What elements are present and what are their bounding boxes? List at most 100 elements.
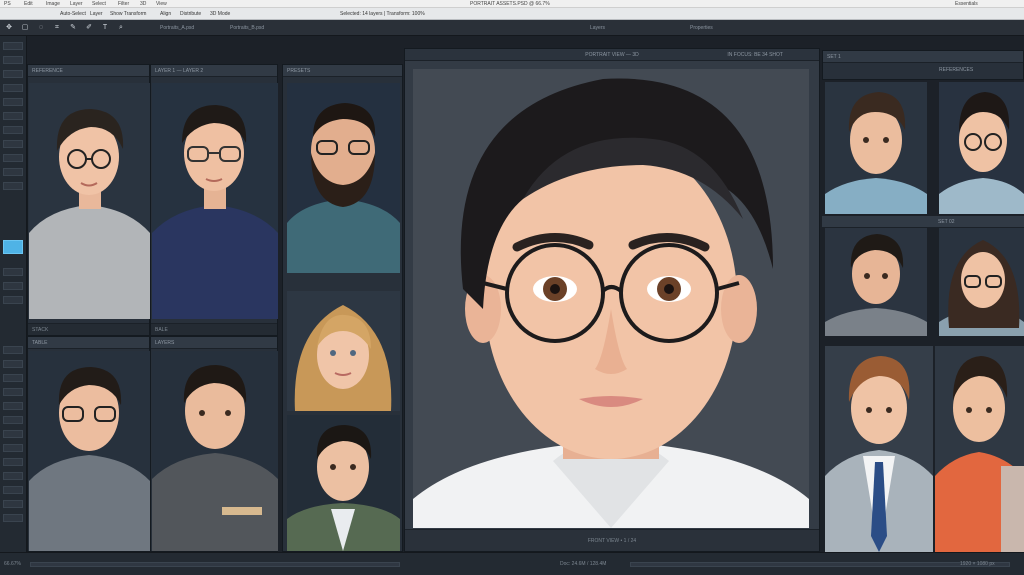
portrait-canvas[interactable]	[413, 69, 809, 528]
document-size: Doc: 24.6M / 128.4M	[560, 561, 607, 567]
menu-layer[interactable]: Layer	[70, 0, 83, 8]
tool-slot[interactable]	[3, 154, 23, 162]
layers-panel-a: TABLE	[27, 336, 150, 552]
portrait-card[interactable]	[29, 351, 150, 551]
tool-slot[interactable]	[3, 472, 23, 480]
tool-slot[interactable]	[3, 444, 23, 452]
portrait-card[interactable]	[152, 83, 278, 319]
tool-slot[interactable]	[3, 458, 23, 466]
tool-slot[interactable]	[3, 126, 23, 134]
panel-header[interactable]: PRESETS	[283, 65, 402, 77]
layers-panel-b: LAYERS	[150, 336, 278, 552]
tool-slot[interactable]	[3, 56, 23, 64]
navigator-scrollbar[interactable]	[630, 562, 1010, 567]
portrait-card[interactable]	[825, 346, 933, 552]
status-bar: 66.67% Doc: 24.6M / 128.4M 1920 × 1080 p…	[0, 552, 1024, 575]
zoom-level[interactable]: 66.67%	[4, 553, 21, 575]
reference-panel-a: REFERENCE STACK	[27, 64, 150, 336]
portrait-boy-light-blue	[825, 82, 927, 214]
portrait-card[interactable]	[152, 351, 278, 551]
tool-slot[interactable]	[3, 374, 23, 382]
right-tab-label[interactable]: SET 02	[938, 216, 955, 228]
tab-properties[interactable]: Properties	[690, 20, 713, 36]
option-align[interactable]: Align	[160, 8, 171, 20]
tab-layers[interactable]: Layers	[590, 20, 605, 36]
tool-slot[interactable]	[3, 514, 23, 522]
menu-filter[interactable]: Filter	[118, 0, 129, 8]
tool-slot[interactable]	[3, 296, 23, 304]
right-panel-tab-bar: SET 02	[822, 216, 1024, 228]
eyedropper-icon[interactable]: ✎	[68, 23, 78, 33]
tab-portraits-b[interactable]: Portraits_B.psd	[230, 20, 264, 36]
portrait-bearded-man-glasses-teal	[287, 83, 400, 273]
tool-slot[interactable]	[3, 500, 23, 508]
portrait-card[interactable]	[939, 228, 1024, 336]
portrait-card[interactable]	[29, 83, 150, 319]
option-auto-select[interactable]: Auto-Select	[60, 8, 86, 20]
marquee-icon[interactable]: ▢	[20, 23, 30, 33]
crop-icon[interactable]: ⌗	[52, 23, 62, 33]
tool-slot[interactable]	[3, 84, 23, 92]
tool-slot[interactable]	[3, 98, 23, 106]
reference-panel-b: LAYER 1 — LAYER 2 BALE	[150, 64, 278, 336]
option-layer[interactable]: Layer	[90, 8, 103, 20]
portrait-card[interactable]	[287, 291, 400, 411]
tool-options-toolbar: ✥ ▢ ◌ ⌗ ✎ ✐ T ⌕ Portraits_A.psd Portrait…	[0, 20, 1024, 36]
portrait-card[interactable]	[287, 415, 400, 551]
option-distribute[interactable]: Distribute	[180, 8, 201, 20]
panel-header[interactable]: SET 1	[823, 51, 1023, 63]
portrait-boy-green-jacket	[287, 415, 400, 551]
tool-slot[interactable]	[3, 70, 23, 78]
portrait-boy-suit-tie	[825, 346, 933, 552]
option-3d-mode[interactable]: 3D Mode	[210, 8, 230, 20]
tool-slot[interactable]	[3, 430, 23, 438]
tool-slot[interactable]	[3, 346, 23, 354]
menu-view[interactable]: View	[156, 0, 167, 8]
tab-portraits-a[interactable]: Portraits_A.psd	[160, 20, 194, 36]
portrait-card[interactable]	[939, 82, 1024, 214]
app-logo[interactable]: PS	[4, 0, 11, 8]
portrait-card[interactable]	[825, 82, 927, 214]
portrait-young-man-dark-shirt	[152, 351, 278, 551]
panel-header[interactable]: LAYERS	[151, 337, 277, 349]
title-bar: PS Edit Image Layer Select Filter 3D Vie…	[0, 0, 1024, 8]
lasso-icon[interactable]: ◌	[36, 23, 46, 33]
timeline-scrollbar[interactable]	[30, 562, 400, 567]
menu-3d[interactable]: 3D	[140, 0, 146, 8]
portrait-young-man-glasses-navy	[152, 83, 278, 319]
tool-slot[interactable]	[3, 140, 23, 148]
portrait-card[interactable]	[935, 346, 1024, 552]
tool-slot[interactable]	[3, 112, 23, 120]
portrait-boy-grey-collar	[825, 228, 927, 336]
text-icon[interactable]: T	[100, 23, 110, 33]
portrait-boy-glasses-grey-shirt	[29, 351, 150, 551]
zoom-icon[interactable]: ⌕	[116, 23, 126, 33]
document-title: PORTRAIT ASSETS.PSD @ 66.7%	[470, 1, 550, 7]
active-tool[interactable]	[3, 240, 23, 254]
tool-slot[interactable]	[3, 42, 23, 50]
panel-header[interactable]: REFERENCE	[28, 65, 149, 77]
tool-slot[interactable]	[3, 486, 23, 494]
main-viewer: PORTRAIT VIEW — 3D IN FOCUS: BE 34 SHOT …	[404, 48, 820, 552]
menu-image[interactable]: Image	[46, 0, 60, 8]
tool-slot[interactable]	[3, 182, 23, 190]
tool-slot[interactable]	[3, 388, 23, 396]
panel-header[interactable]: TABLE	[28, 337, 149, 349]
tool-slot[interactable]	[3, 168, 23, 176]
menu-select[interactable]: Select	[92, 0, 106, 8]
menu-edit[interactable]: Edit	[24, 0, 33, 8]
portrait-card[interactable]	[287, 83, 400, 273]
brush-icon[interactable]: ✐	[84, 23, 94, 33]
tool-slot[interactable]	[3, 268, 23, 276]
tool-slot[interactable]	[3, 360, 23, 368]
move-icon[interactable]: ✥	[4, 23, 14, 33]
tool-slot[interactable]	[3, 402, 23, 410]
tool-slot[interactable]	[3, 416, 23, 424]
portrait-card[interactable]	[825, 228, 927, 336]
panel-header[interactable]: LAYER 1 — LAYER 2	[151, 65, 277, 77]
tool-strip	[0, 36, 27, 552]
option-show-transform[interactable]: Show Transform	[110, 8, 146, 20]
workspace-label[interactable]: Essentials	[955, 0, 978, 8]
tool-slot[interactable]	[3, 282, 23, 290]
panel-footer: STACK	[28, 323, 149, 335]
